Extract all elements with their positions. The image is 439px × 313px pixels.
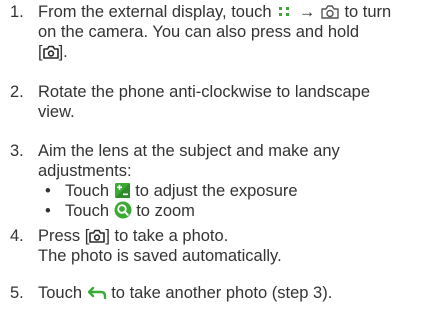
step-text: Rotate the phone anti-clockwise to lands… — [38, 82, 370, 122]
bullet-text-part: to adjust the exposure — [135, 182, 298, 200]
step-text-part: to turn — [344, 3, 392, 21]
step-text-part: to take another photo (step 3). — [111, 284, 333, 302]
step-text-part: Touch — [38, 284, 83, 302]
bullet-text-part: Touch — [65, 202, 110, 220]
step-text-line: Aim the lens at the subject and make any — [38, 142, 340, 160]
camera-key-icon — [42, 44, 59, 64]
step-text: From the external display, touch → to tu… — [38, 2, 391, 62]
back-arrow-icon — [87, 285, 107, 306]
step-number: 1. — [10, 3, 24, 21]
step-text: Press [ ] to take a photo. The photo is … — [38, 226, 282, 266]
step-number: 3. — [10, 142, 24, 160]
zoom-icon — [114, 201, 132, 224]
step-text-part: ]. — [58, 43, 68, 61]
bullet-text-part: to zoom — [136, 202, 195, 220]
step-text-line: view. — [38, 103, 75, 121]
step-number: 4. — [10, 227, 24, 245]
bullet-dot: • — [45, 202, 51, 220]
step-text: Aim the lens at the subject and make any… — [38, 141, 340, 181]
step-text-line: The photo is saved automatically. — [38, 247, 282, 265]
step-text-part: From the external display, touch — [38, 3, 272, 21]
bullet-text-part: Touch — [65, 182, 110, 200]
step-number: 5. — [10, 284, 24, 302]
step-number: 2. — [10, 83, 24, 101]
step-text: Touch to take another photo (step 3). — [38, 283, 332, 303]
bullet-dot: • — [45, 182, 51, 200]
arrow-glyph: → — [298, 3, 316, 21]
step-text-part: Press [ — [38, 227, 90, 245]
step-text-line: on the camera. You can also press and ho… — [38, 23, 360, 41]
step-text-line: adjustments: — [38, 162, 132, 180]
camera-key-icon — [89, 228, 106, 248]
step-text-line: Rotate the phone anti-clockwise to lands… — [38, 83, 371, 101]
step-text-part: ] to take a photo. — [105, 227, 229, 245]
instruction-page: 1. From the external display, touch → to… — [0, 0, 439, 313]
